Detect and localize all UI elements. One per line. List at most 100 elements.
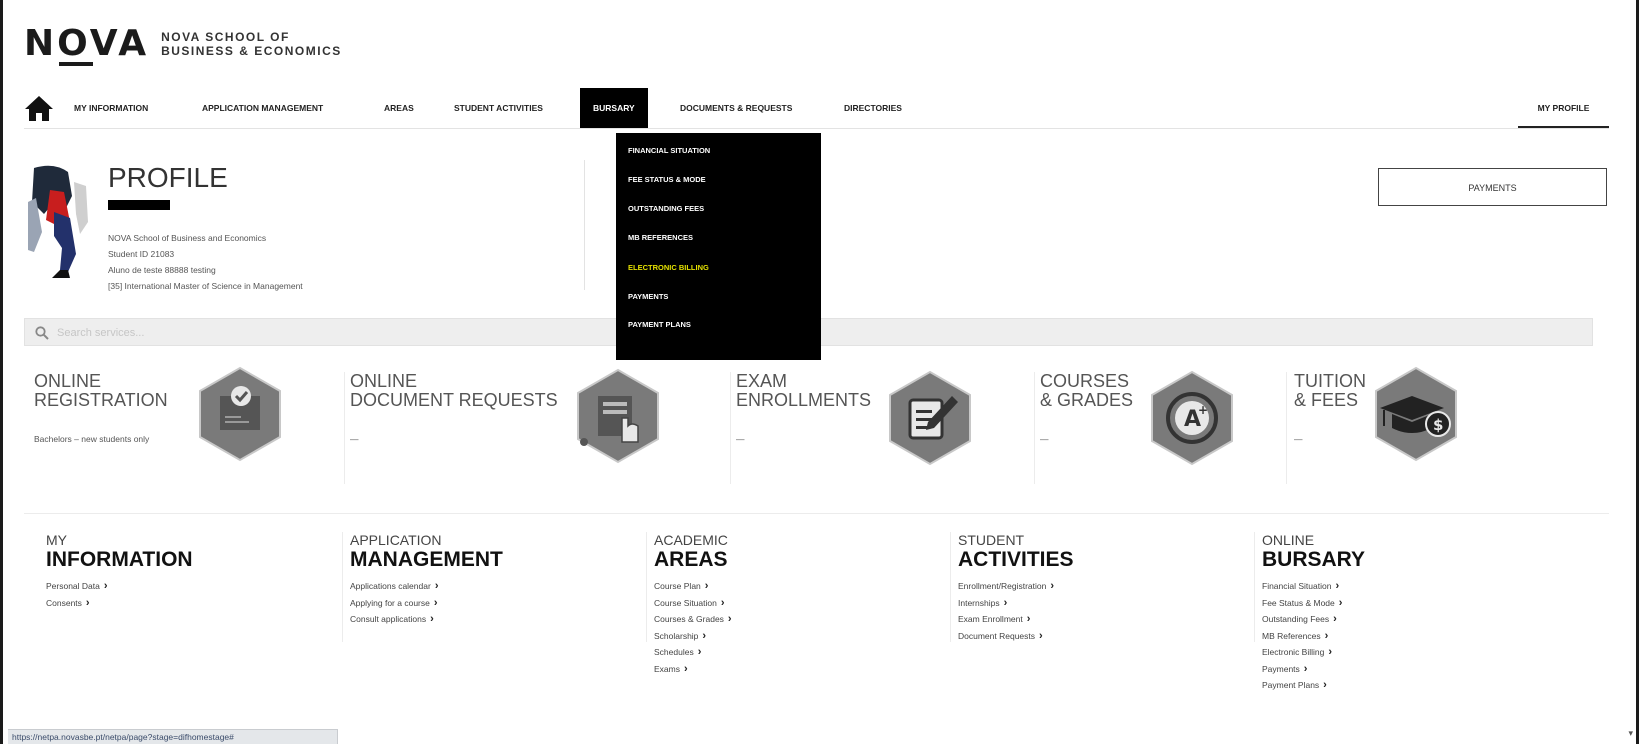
nav-my-information[interactable]: MY INFORMATION [74,88,148,128]
link-payments[interactable]: Payments › [1262,661,1365,678]
profile-divider [584,160,585,290]
link-internships[interactable]: Internships › [958,595,1074,612]
chevron-right-icon: › [434,580,439,592]
link-course-plan[interactable]: Course Plan › [654,578,732,595]
column-online-bursary: ONLINE BURSARY Financial Situation › Fee … [1262,532,1365,694]
chevron-right-icon: › [1026,613,1031,625]
nav-bursary[interactable]: BURSARY [580,88,648,128]
school-logo[interactable]: NOVA NOVA SCHOOL OF BUSINESS & ECONOMICS [24,26,342,66]
menu-item-payments[interactable]: PAYMENTS [628,292,668,301]
service-title: ONLINE REGISTRATION [34,371,168,410]
service-exam-enrollments[interactable]: EXAM ENROLLMENTS — [736,370,1026,484]
link-mb-references[interactable]: MB References › [1262,628,1365,645]
link-exam-enrollment[interactable]: Exam Enrollment › [958,611,1074,628]
bursary-dropdown-menu: FINANCIAL SITUATION FEE STATUS & MODE OU… [616,133,821,360]
profile-details: NOVA School of Business and Economics St… [108,230,303,294]
link-scholarship[interactable]: Scholarship › [654,628,732,645]
grades-icon: A + [1151,370,1233,466]
column-subtitle: MY [46,532,67,548]
column-subtitle: STUDENT [958,532,1025,548]
service-tuition-fees[interactable]: TUITION & FEES — $ [1294,366,1594,484]
service-online-document-requests[interactable]: ONLINE DOCUMENT REQUESTS — [350,368,680,484]
profile-program: [35] International Master of Science in … [108,281,303,291]
main-nav: MY INFORMATION APPLICATION MANAGEMENT AR… [24,88,1609,129]
link-document-requests[interactable]: Document Requests › [958,628,1074,645]
tuition-icon: $ [1375,366,1457,462]
profile-student-name: Aluno de teste 88888 testing [108,265,216,275]
link-personal-data[interactable]: Personal Data › [46,578,193,595]
link-exams[interactable]: Exams › [654,661,732,678]
nav-documents-requests[interactable]: DOCUMENTS & REQUESTS [680,88,792,128]
link-electronic-billing[interactable]: Electronic Billing › [1262,644,1365,661]
payments-button[interactable]: PAYMENTS [1378,168,1607,206]
column-student-activities: STUDENT ACTIVITIES Enrollment/Registrati… [958,532,1074,644]
menu-item-payment-plans[interactable]: PAYMENT PLANS [628,320,691,329]
logo-underline [59,62,93,66]
menu-item-mb-references[interactable]: MB REFERENCES [628,233,693,242]
service-title: EXAM ENROLLMENTS [736,371,872,410]
tile-divider [730,372,731,484]
link-course-situation[interactable]: Course Situation › [654,595,732,612]
link-outstanding-fees[interactable]: Outstanding Fees › [1262,611,1365,628]
link-financial-situation[interactable]: Financial Situation › [1262,578,1365,595]
registration-icon [199,366,281,462]
menu-item-outstanding-fees[interactable]: OUTSTANDING FEES [628,204,704,213]
avatar[interactable] [24,162,94,280]
home-icon[interactable] [24,94,54,122]
chevron-right-icon: › [1324,629,1329,642]
nav-areas[interactable]: AREAS [384,88,414,128]
chevron-right-icon: › [1039,629,1043,642]
menu-item-electronic-billing[interactable]: ELECTRONIC BILLING [628,263,709,272]
column-subtitle: ACADEMIC [654,532,728,548]
chevron-right-icon: › [85,596,90,609]
profile-school: NOVA School of Business and Economics [108,233,267,243]
link-courses-grades[interactable]: Courses & Grades › [654,611,732,628]
section-divider [24,513,1609,514]
column-title[interactable]: AREAS [654,548,732,572]
link-consents[interactable]: Consents › [46,595,193,612]
chevron-right-icon: › [1050,580,1055,592]
column-divider [342,532,343,642]
service-online-registration[interactable]: ONLINE REGISTRATION Bachelors – new stud… [34,366,334,484]
column-title[interactable]: INFORMATION [46,548,193,572]
column-subtitle: APPLICATION [350,532,442,548]
chevron-right-icon: › [430,613,434,625]
chevron-right-icon: › [720,596,725,609]
nav-directories[interactable]: DIRECTORIES [844,88,902,128]
link-consult-applications[interactable]: Consult applications › [350,611,503,628]
exam-enrollment-icon [889,370,971,466]
chevron-right-icon: › [702,629,707,642]
svg-text:$: $ [1433,416,1443,434]
chevron-right-icon: › [704,580,709,592]
chevron-right-icon: › [683,662,688,675]
profile-student-id: Student ID 21083 [108,249,175,259]
column-title[interactable]: MANAGEMENT [350,548,503,572]
link-fee-status-mode[interactable]: Fee Status & Mode › [1262,595,1365,612]
link-payment-plans[interactable]: Payment Plans › [1262,677,1365,694]
redacted-name [108,200,170,210]
browser-status-url: https://netpa.novasbe.pt/netpa/page?stag… [8,729,338,744]
service-description: — [1040,434,1049,444]
chevron-right-icon: › [697,646,702,658]
column-title[interactable]: ACTIVITIES [958,548,1074,572]
column-title[interactable]: BURSARY [1262,548,1365,572]
column-divider [950,532,951,642]
link-enrollment-registration[interactable]: Enrollment/Registration › [958,578,1074,595]
column-application-management: APPLICATION MANAGEMENT Applications cale… [350,532,503,628]
profile-title: PROFILE [108,162,228,193]
link-applying-for-a-course[interactable]: Applying for a course › [350,595,503,612]
svg-text:+: + [1198,403,1208,417]
column-divider [1254,532,1255,642]
chevron-right-icon: › [103,580,108,592]
nav-application-management[interactable]: APPLICATION MANAGEMENT [202,88,323,128]
nav-my-profile[interactable]: MY PROFILE [1518,88,1609,128]
link-applications-calendar[interactable]: Applications calendar › [350,578,503,595]
chevron-right-icon: › [1338,596,1343,609]
nav-student-activities[interactable]: STUDENT ACTIVITIES [454,88,543,128]
menu-item-fee-status-mode[interactable]: FEE STATUS & MODE [628,175,706,184]
chevron-right-icon: › [727,613,732,625]
scroll-down-arrow-icon[interactable]: ▾ [1628,728,1633,739]
service-courses-grades[interactable]: COURSES & GRADES — A + [1040,370,1290,484]
menu-item-financial-situation[interactable]: FINANCIAL SITUATION [628,146,710,155]
link-schedules[interactable]: Schedules › [654,644,732,661]
